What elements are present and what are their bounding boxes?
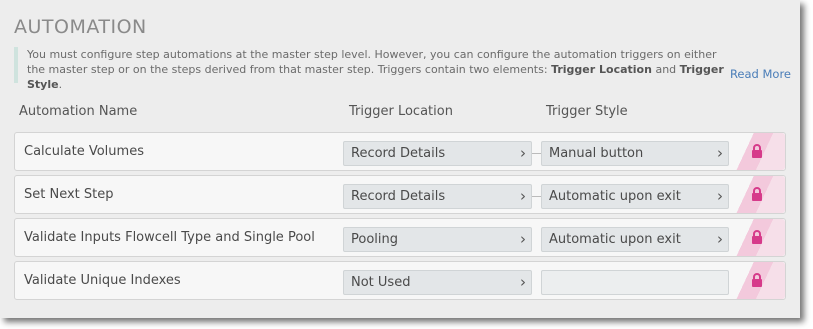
automation-name: Set Next Step — [24, 187, 114, 202]
automation-row: Validate Inputs Flowcell Type and Single… — [14, 218, 786, 257]
trigger-style-select[interactable] — [541, 270, 729, 295]
trigger-style-select[interactable]: Automatic upon exit › — [541, 227, 729, 252]
chevron-right-icon: › — [717, 187, 723, 205]
page-title: AUTOMATION — [14, 16, 147, 38]
trigger-style-select[interactable]: Automatic upon exit › — [541, 184, 729, 209]
chevron-right-icon: › — [717, 144, 723, 162]
trigger-location-select[interactable]: Record Details › — [343, 141, 532, 166]
lock-indicator — [733, 219, 785, 256]
trigger-location-select[interactable]: Record Details › — [343, 184, 532, 209]
lock-indicator — [733, 133, 785, 170]
trigger-location-select[interactable]: Pooling › — [343, 227, 532, 252]
lock-icon — [752, 187, 762, 201]
info-text-part: . — [58, 78, 63, 91]
info-bold-trigger-location: Trigger Location — [551, 63, 652, 76]
lock-icon — [752, 144, 762, 158]
trigger-location-value: Record Details — [351, 146, 446, 161]
connector-line — [532, 196, 541, 197]
column-header-style: Trigger Style — [546, 104, 628, 119]
trigger-location-select[interactable]: Not Used › — [343, 270, 532, 295]
read-more-link[interactable]: Read More — [730, 67, 791, 81]
trigger-style-select[interactable]: Manual button › — [541, 141, 729, 166]
trigger-style-value: Manual button — [549, 146, 644, 161]
lock-icon — [752, 230, 762, 244]
lock-indicator — [733, 176, 785, 213]
trigger-style-value: Automatic upon exit — [549, 189, 681, 204]
info-box: You must configure step automations at t… — [14, 47, 795, 91]
chevron-right-icon: › — [520, 187, 526, 205]
column-header-location: Trigger Location — [349, 104, 453, 119]
trigger-style-value: Automatic upon exit — [549, 232, 681, 247]
automation-row: Set Next Step Record Details › Automatic… — [14, 175, 786, 214]
connector-line — [532, 153, 541, 154]
info-text: You must configure step automations at t… — [27, 47, 727, 92]
lock-icon — [752, 273, 762, 287]
chevron-right-icon: › — [717, 230, 723, 248]
info-text-part: and — [651, 63, 680, 76]
chevron-right-icon: › — [520, 230, 526, 248]
chevron-right-icon: › — [520, 144, 526, 162]
trigger-location-value: Record Details — [351, 189, 446, 204]
chevron-right-icon: › — [520, 273, 526, 291]
automation-name: Validate Unique Indexes — [24, 273, 181, 288]
automation-row: Calculate Volumes Record Details › Manua… — [14, 132, 786, 171]
trigger-location-value: Not Used — [351, 275, 411, 290]
lock-indicator — [733, 262, 785, 299]
column-header-name: Automation Name — [19, 104, 138, 119]
automation-row: Validate Unique Indexes Not Used › — [14, 261, 786, 300]
automation-name: Validate Inputs Flowcell Type and Single… — [24, 230, 315, 245]
trigger-location-value: Pooling — [351, 232, 398, 247]
automation-panel: AUTOMATION You must configure step autom… — [0, 0, 800, 318]
automation-name: Calculate Volumes — [24, 144, 144, 159]
